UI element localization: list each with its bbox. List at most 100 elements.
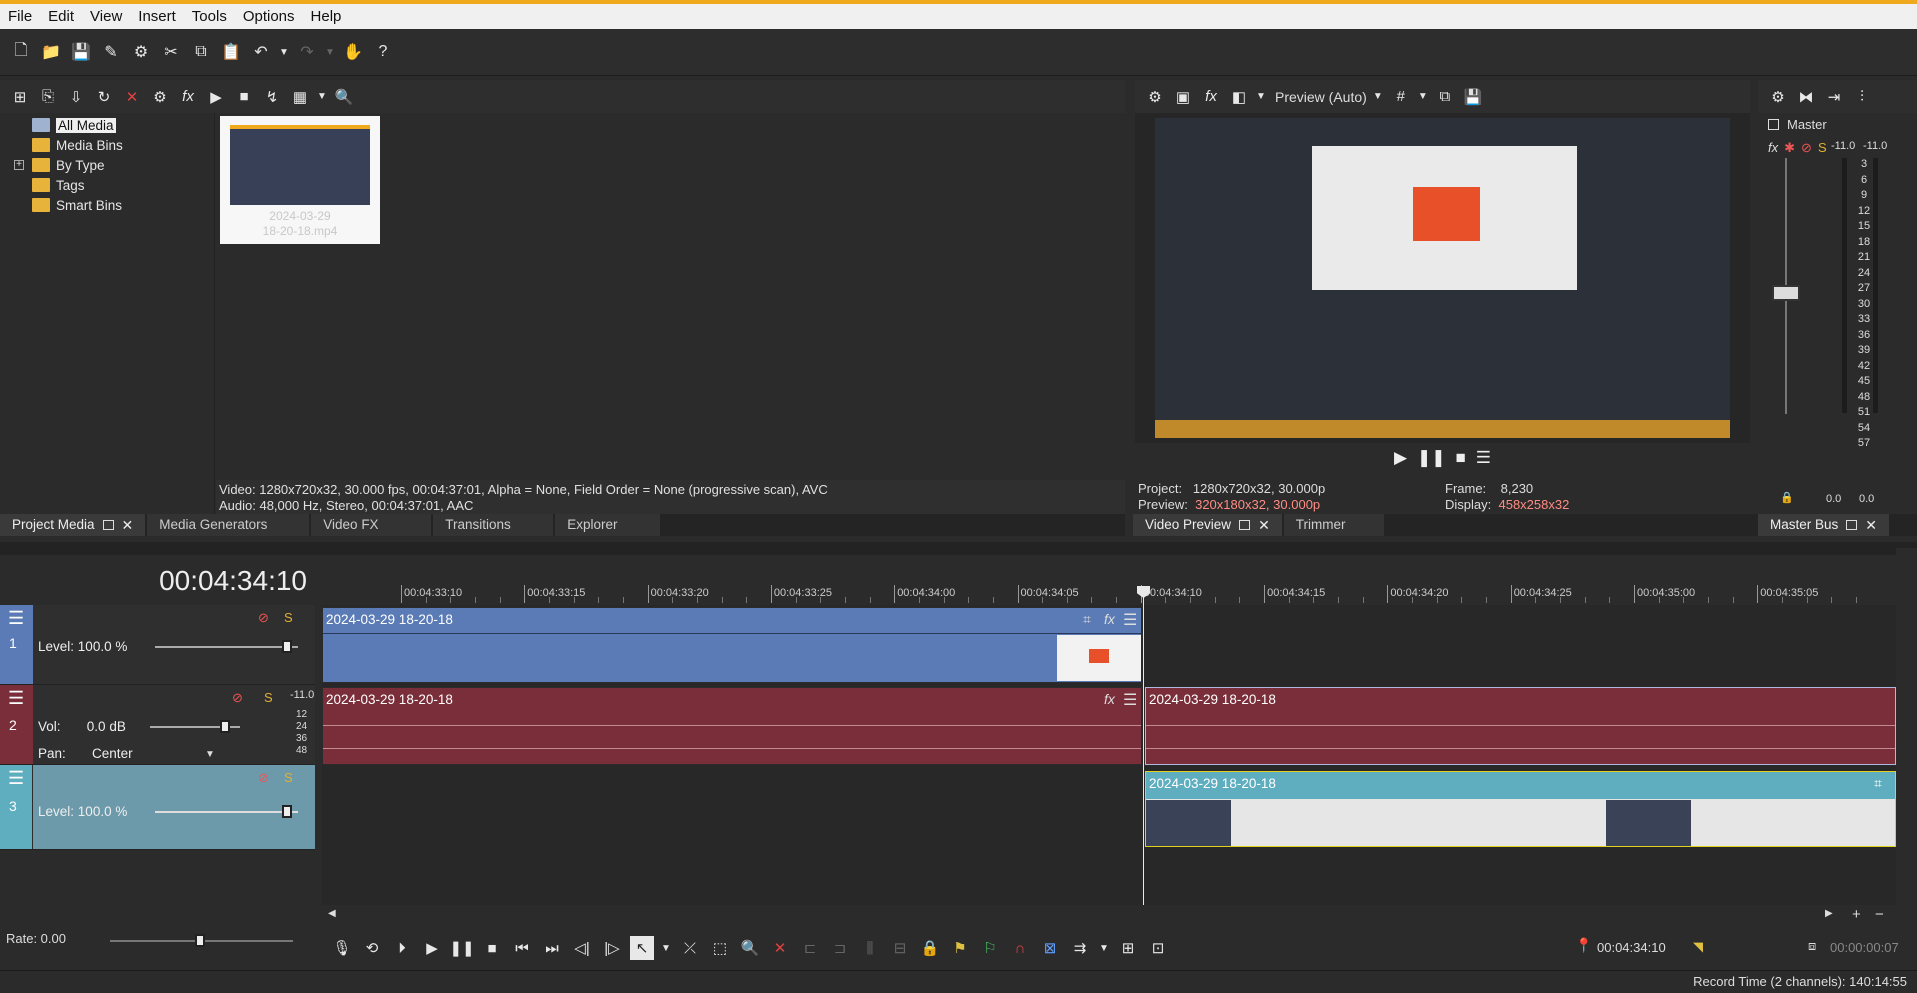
zoom-in-icon[interactable]: + (1852, 906, 1861, 923)
tab-trimmer[interactable]: Trimmer (1283, 514, 1384, 536)
crop-icon[interactable]: ⌗ (1083, 611, 1091, 628)
overlays-icon[interactable]: # (1389, 85, 1413, 109)
clip-fx-icon[interactable]: fx (1104, 691, 1115, 707)
menu-help[interactable]: Help (303, 4, 350, 29)
save-snapshot-icon[interactable]: 💾 (1461, 85, 1485, 109)
timeline-cursor[interactable] (1143, 590, 1144, 905)
undo-icon[interactable]: ↶ (248, 39, 274, 65)
redo-icon[interactable]: ↷ (294, 39, 320, 65)
solo-icon[interactable]: S (284, 770, 293, 785)
pause-icon[interactable]: ❚❚ (1417, 448, 1446, 468)
media-properties-icon[interactable]: ⚙ (148, 85, 172, 109)
delete-icon[interactable]: ✕ (768, 936, 792, 960)
paste-icon[interactable]: 📋 (218, 39, 244, 65)
whats-this-help-icon[interactable]: ? (370, 39, 396, 65)
mute-icon[interactable]: ⊘ (1801, 140, 1812, 156)
tab-explorer[interactable]: Explorer (555, 514, 661, 536)
auto-crossfade-icon[interactable]: ⊠ (1038, 936, 1062, 960)
bus-properties-icon[interactable]: ⚙ (1766, 85, 1790, 109)
mute-icon[interactable]: ⊘ (232, 690, 243, 706)
fx-icon[interactable]: fx (1768, 140, 1778, 156)
solo-icon[interactable]: S (264, 690, 273, 705)
lock-clips-icon[interactable]: ⊞ (1116, 936, 1140, 960)
preview-properties-icon[interactable]: ⚙ (1143, 85, 1167, 109)
track-header-3[interactable]: ☰ 3 ⊘ S Level: 100.0 % (0, 765, 315, 850)
play-icon[interactable]: ▶ (1394, 448, 1407, 468)
save-as-icon[interactable]: ✎ (98, 39, 124, 65)
go-to-start-icon[interactable]: ⏮ (510, 936, 534, 960)
dock-icon[interactable] (1846, 520, 1858, 530)
play-icon[interactable]: ▶ (420, 936, 444, 960)
tree-all-media[interactable]: All Media (0, 115, 214, 135)
zoom-out-icon[interactable]: − (1875, 906, 1884, 923)
pause-icon[interactable]: ❚❚ (449, 936, 474, 960)
media-thumbnail[interactable]: 2024-03-29 18-20-18.mp4 (220, 116, 380, 244)
tree-media-bins[interactable]: Media Bins (0, 135, 214, 155)
clip-fx-icon[interactable]: fx (1104, 611, 1115, 627)
menu-file[interactable]: File (0, 4, 40, 29)
remove-media-icon[interactable]: ✕ (120, 85, 144, 109)
menu-tools[interactable]: Tools (184, 4, 235, 29)
lock-envelopes-icon[interactable]: 🔒 (918, 936, 942, 960)
dim-output-icon[interactable]: ⇥ (1822, 85, 1846, 109)
crop-icon[interactable]: ⌗ (1874, 775, 1882, 792)
loop-playback-icon[interactable]: ⟲ (360, 936, 384, 960)
import-media-icon[interactable]: ⊞ (8, 85, 32, 109)
rate-slider-knob[interactable] (195, 934, 205, 947)
level-slider-track[interactable] (155, 646, 298, 648)
tab-media-generators[interactable]: Media Generators (147, 514, 310, 536)
scroll-left-icon[interactable]: ◀ (328, 908, 336, 919)
downmix-icon[interactable]: ⧓ (1794, 85, 1818, 109)
copy-icon[interactable]: ⧉ (188, 39, 214, 65)
level-slider-track[interactable] (155, 811, 298, 813)
master-select-icon[interactable] (1768, 119, 1779, 130)
tab-video-fx[interactable]: Video FX (311, 514, 432, 536)
media-fx-icon[interactable]: fx (176, 85, 200, 109)
undo-dropdown-icon[interactable]: ▼ (278, 39, 290, 65)
ripple-dropdown-icon[interactable]: ▼ (1098, 936, 1110, 960)
tab-video-preview[interactable]: Video Preview ✕ (1133, 514, 1282, 536)
redo-dropdown-icon[interactable]: ▼ (324, 39, 336, 65)
tab-transitions[interactable]: Transitions (433, 514, 554, 536)
mute-icon[interactable]: ⊘ (258, 770, 269, 786)
split-dropdown-icon[interactable]: ▼ (1255, 85, 1267, 109)
cursor-time[interactable]: 00:04:34:10 (1597, 940, 1666, 955)
trim-start-icon[interactable]: ⊏ (798, 936, 822, 960)
copy-snapshot-icon[interactable]: ⧉ (1433, 85, 1457, 109)
envelope-tool-icon[interactable]: ⤫ (678, 936, 702, 960)
preview-menu-icon[interactable]: ☰ (1476, 448, 1491, 468)
dock-icon[interactable] (102, 520, 114, 530)
get-media-icon[interactable]: ⇩ (64, 85, 88, 109)
menu-insert[interactable]: Insert (130, 4, 184, 29)
stop-icon[interactable]: ■ (1456, 448, 1466, 468)
scroll-right-icon[interactable]: ▶ (1825, 908, 1833, 919)
split-icon[interactable]: ⫼ (858, 936, 882, 960)
clip-menu-icon[interactable]: ☰ (1123, 610, 1137, 630)
timeline-vertical-scrollbar[interactable] (1896, 548, 1917, 905)
video-clip-track3[interactable]: 2024-03-29 18-20-18 ⌗ (1145, 771, 1896, 847)
auto-preview-icon[interactable]: ↯ (260, 85, 284, 109)
stop-icon[interactable]: ■ (480, 936, 504, 960)
record-icon[interactable]: 🎙 (330, 936, 354, 960)
pan-dropdown-icon[interactable]: ▼ (205, 749, 215, 760)
expand-icon[interactable]: + (14, 160, 24, 170)
tab-master-bus[interactable]: Master Bus ✕ (1758, 514, 1890, 536)
capture-icon[interactable]: ⎘ (36, 85, 60, 109)
stop-media-icon[interactable]: ■ (232, 85, 256, 109)
auto-fx-icon[interactable]: ⊡ (1146, 936, 1170, 960)
normal-edit-tool-icon[interactable]: ↖ (630, 936, 654, 960)
menu-view[interactable]: View (82, 4, 130, 29)
snapping-icon[interactable]: ∩ (1008, 936, 1032, 960)
insert-marker-icon[interactable]: ⚑ (948, 936, 972, 960)
external-monitor-icon[interactable]: ▣ (1171, 85, 1195, 109)
track-menu-icon[interactable]: ☰ (8, 688, 24, 709)
timeline-ruler[interactable]: 00:04:33:10 00:04:33:15 00:04:33:20 00:04:3… (322, 555, 1896, 605)
previous-frame-icon[interactable]: ◁| (570, 936, 594, 960)
next-frame-icon[interactable]: |▷ (600, 936, 624, 960)
lock-icon[interactable]: 🔒 (1780, 491, 1794, 504)
save-icon[interactable]: 💾 (68, 39, 94, 65)
views-icon[interactable]: ▦ (288, 85, 312, 109)
audio-clip-b[interactable]: 2024-03-29 18-20-18 (1145, 687, 1896, 765)
solo-icon[interactable]: S (1818, 140, 1827, 156)
audio-clip-a[interactable]: 2024-03-29 18-20-18 fx ☰ (322, 687, 1142, 765)
